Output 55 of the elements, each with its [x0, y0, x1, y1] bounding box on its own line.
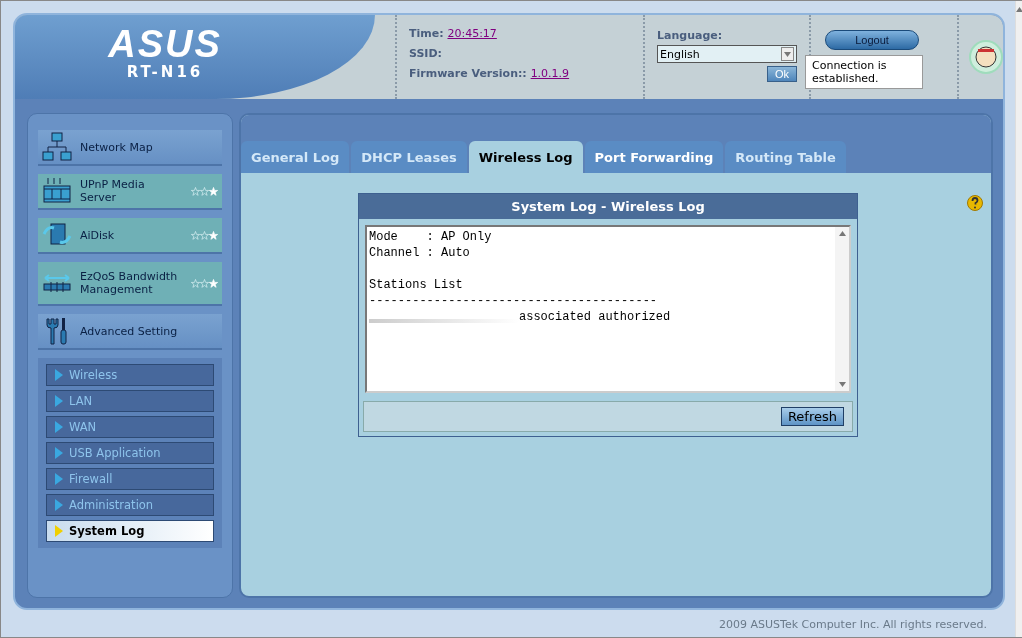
- star-icon: [200, 278, 209, 288]
- tab[interactable]: General Log: [241, 141, 350, 173]
- status-tooltip: Connection is established.: [805, 55, 923, 89]
- star-icon: [209, 230, 218, 240]
- submenu-item[interactable]: Firewall: [46, 468, 214, 490]
- firmware-link[interactable]: 1.0.1.9: [530, 67, 570, 80]
- scroll-up-icon[interactable]: [838, 231, 846, 236]
- submenu-item[interactable]: System Log: [46, 520, 214, 542]
- submenu-item[interactable]: USB Application: [46, 442, 214, 464]
- log-line: Channel : Auto: [369, 245, 470, 261]
- star-icon: [209, 186, 218, 196]
- star-icon: [209, 278, 218, 288]
- film-icon: [42, 176, 72, 206]
- star-icon: [191, 230, 200, 240]
- star-icon: [200, 186, 209, 196]
- language-label: Language:: [657, 29, 724, 42]
- ssid-label: SSID:: [409, 47, 442, 60]
- dropdown-arrow-icon[interactable]: [784, 51, 791, 57]
- log-line: Stations List: [369, 277, 463, 293]
- sidebar-item[interactable]: Network Map: [38, 130, 222, 166]
- star-icon: [200, 230, 209, 240]
- submenu-item[interactable]: LAN: [46, 390, 214, 412]
- time-link[interactable]: 20:45:17: [447, 27, 497, 40]
- language-select[interactable]: English: [657, 45, 797, 63]
- log-line: associated authorized: [519, 309, 671, 325]
- tab[interactable]: Routing Table: [725, 141, 846, 173]
- ok-button[interactable]: Ok: [766, 66, 797, 82]
- submenu-item[interactable]: WAN: [46, 416, 214, 438]
- submenu-item[interactable]: Administration: [46, 494, 214, 516]
- tab[interactable]: DHCP Leases: [351, 141, 467, 173]
- network-icon: [42, 132, 72, 162]
- tab[interactable]: Port Forwarding: [584, 141, 724, 173]
- scroll-down-icon[interactable]: [838, 382, 846, 387]
- panel-title: System Log - Wireless Log: [359, 194, 857, 219]
- sidebar-item[interactable]: EzQoS Bandwidth Management: [38, 262, 222, 306]
- logo: ASUS: [108, 25, 222, 63]
- avatar-icon[interactable]: [969, 40, 1003, 74]
- submenu-item[interactable]: Wireless: [46, 364, 214, 386]
- logout-button[interactable]: Logout: [825, 30, 919, 50]
- model-name: RT-N16: [126, 63, 204, 81]
- log-line: ----------------------------------------: [369, 293, 658, 309]
- tab[interactable]: Wireless Log: [468, 141, 583, 173]
- time-label: Time:: [409, 27, 444, 40]
- star-icon: [191, 186, 200, 196]
- sidebar-item[interactable]: AiDisk: [38, 218, 222, 254]
- log-textarea[interactable]: Mode : AP Only Channel : Auto Stations List ---------------------------------------- associated authorized: [365, 225, 851, 393]
- sidebar-item[interactable]: Advanced Setting: [38, 314, 222, 350]
- scroll-up-icon[interactable]: [1016, 7, 1022, 12]
- refresh-button[interactable]: Refresh: [780, 407, 844, 426]
- log-line: Mode : AP Only: [369, 229, 492, 245]
- help-icon[interactable]: [967, 195, 983, 211]
- copyright-text: 2009 ASUSTek Computer Inc. All rights reserved.: [718, 617, 988, 633]
- firmware-label: Firmware Version::: [409, 67, 527, 80]
- sidebar-item[interactable]: UPnP Media Server: [38, 174, 222, 210]
- star-icon: [191, 278, 200, 288]
